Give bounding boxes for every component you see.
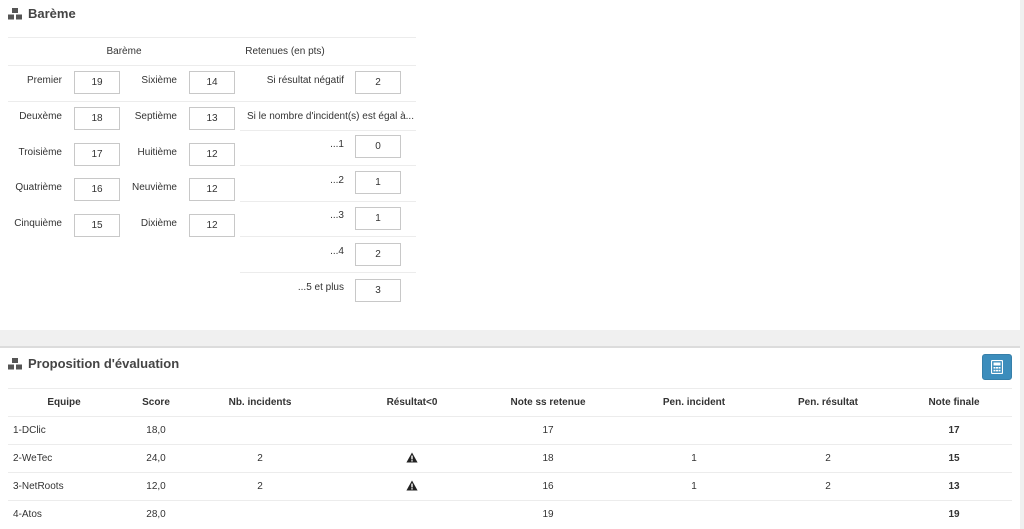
- incident-label: ...4: [330, 246, 344, 257]
- cell-final: 19: [948, 509, 960, 520]
- cell-team: 1-DClic: [13, 425, 46, 436]
- col-header-incidents: Nb. incidents: [228, 397, 292, 408]
- cell-pen-resultat: 2: [825, 481, 831, 492]
- place-label: Sixième: [141, 75, 177, 86]
- place-label: Neuvième: [131, 182, 177, 193]
- place-label: Premier: [26, 75, 62, 86]
- bareme-panel: Barème Barème Retenues (en pts) Premier …: [0, 0, 1020, 330]
- bareme-title-row: Barème: [7, 6, 76, 21]
- place-label: Septième: [134, 111, 177, 122]
- divider: [8, 388, 1012, 389]
- col-header-team: Equipe: [47, 397, 81, 408]
- cell-score: 28,0: [146, 509, 166, 520]
- place-label: Quatrième: [15, 182, 62, 193]
- cell-note-ss: 16: [542, 481, 554, 492]
- incident-label: ...2: [330, 175, 344, 186]
- cell-final: 13: [948, 481, 960, 492]
- cell-incidents: 2: [257, 453, 263, 464]
- divider: [8, 416, 1012, 417]
- cell-note-ss: 18: [542, 453, 554, 464]
- incident-input-2[interactable]: 1: [355, 171, 401, 194]
- bareme-title: Barème: [28, 6, 76, 21]
- calculator-icon: [991, 360, 1003, 374]
- col-header-pen-incident: Pen. incident: [662, 397, 726, 408]
- place-input-9[interactable]: 12: [189, 178, 235, 201]
- col-header-score: Score: [142, 397, 170, 408]
- col-header-bareme: Barème: [106, 46, 142, 57]
- place-input-3[interactable]: 17: [74, 143, 120, 166]
- cell-negative: [352, 480, 472, 494]
- calculate-button[interactable]: [982, 354, 1012, 380]
- cell-incidents: 2: [257, 481, 263, 492]
- cell-pen-incident: 1: [691, 481, 697, 492]
- cell-score: 18,0: [146, 425, 166, 436]
- cell-final: 17: [948, 425, 960, 436]
- incident-label: ...3: [330, 210, 344, 221]
- col-header-final: Note finale: [928, 397, 980, 408]
- place-input-4[interactable]: 16: [74, 178, 120, 201]
- place-input-2[interactable]: 18: [74, 107, 120, 130]
- incidents-intro: Si le nombre d'incident(s) est égal à...: [247, 111, 414, 122]
- divider: [8, 500, 1012, 501]
- evaluation-title-row: Proposition d'évaluation: [7, 356, 179, 371]
- place-input-10[interactable]: 12: [189, 214, 235, 237]
- cell-team: 4-Atos: [13, 509, 42, 520]
- warning-icon: [406, 480, 418, 491]
- negative-label: Si résultat négatif: [266, 75, 344, 86]
- divider: [8, 444, 1012, 445]
- cell-note-ss: 19: [542, 509, 554, 520]
- col-header-negative: Résultat<0: [386, 397, 438, 408]
- divider: [240, 130, 416, 131]
- incident-label: ...5 et plus: [297, 282, 344, 293]
- place-label: Troisième: [18, 147, 62, 158]
- col-header-note-ss: Note ss retenue: [510, 397, 586, 408]
- incident-input-4[interactable]: 2: [355, 243, 401, 266]
- cell-team: 2-WeTec: [13, 453, 53, 464]
- divider: [240, 165, 416, 166]
- divider: [240, 236, 416, 237]
- place-input-1[interactable]: 19: [74, 71, 120, 94]
- cell-negative: [352, 452, 472, 466]
- place-label: Huitième: [137, 147, 177, 158]
- place-input-6[interactable]: 14: [189, 71, 235, 94]
- divider: [240, 201, 416, 202]
- place-label: Deuxème: [19, 111, 62, 122]
- cell-pen-incident: 1: [691, 453, 697, 464]
- place-label: Cinquième: [14, 218, 62, 229]
- cell-team: 3-NetRoots: [13, 481, 64, 492]
- divider: [240, 272, 416, 273]
- col-header-pen-resultat: Pen. résultat: [797, 397, 859, 408]
- cell-score: 12,0: [146, 481, 166, 492]
- divider: [8, 472, 1012, 473]
- cell-note-ss: 17: [542, 425, 554, 436]
- cubes-icon: [7, 6, 23, 20]
- divider: [8, 101, 416, 102]
- cell-final: 15: [948, 453, 960, 464]
- place-input-5[interactable]: 15: [74, 214, 120, 237]
- place-input-7[interactable]: 13: [189, 107, 235, 130]
- incident-input-3[interactable]: 1: [355, 207, 401, 230]
- evaluation-panel: Proposition d'évaluation Equipe Score Nb…: [0, 346, 1020, 529]
- divider: [8, 37, 416, 38]
- evaluation-title: Proposition d'évaluation: [28, 356, 180, 371]
- divider: [8, 65, 416, 66]
- cell-score: 24,0: [146, 453, 166, 464]
- negative-input[interactable]: 2: [355, 71, 401, 94]
- incident-input-5[interactable]: 3: [355, 279, 401, 302]
- place-input-8[interactable]: 12: [189, 143, 235, 166]
- col-header-retenues: Retenues (en pts): [245, 46, 325, 57]
- cell-pen-resultat: 2: [825, 453, 831, 464]
- incident-input-1[interactable]: 0: [355, 135, 401, 158]
- warning-icon: [406, 452, 418, 463]
- cubes-icon: [7, 356, 23, 370]
- place-label: Dixième: [140, 218, 177, 229]
- incident-label: ...1: [330, 139, 344, 150]
